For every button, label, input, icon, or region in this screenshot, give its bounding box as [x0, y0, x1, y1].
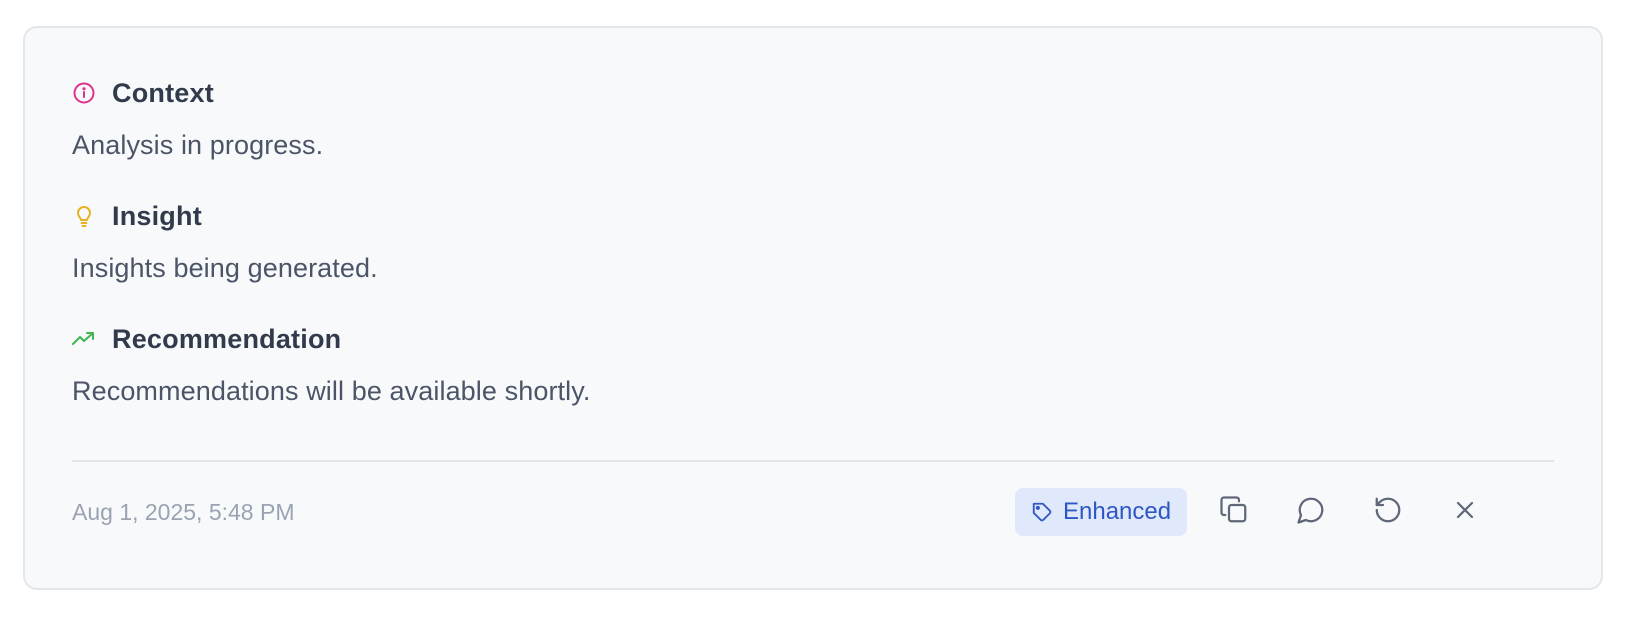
refresh-icon [1373, 495, 1403, 530]
tag-label: Enhanced [1063, 498, 1172, 525]
close-icon [1451, 496, 1479, 529]
insight-title: Insight [112, 200, 202, 231]
recommendation-header: Recommendation [72, 319, 341, 359]
analysis-card: Context Analysis in progress. Insight In… [23, 26, 1603, 590]
trending-up-icon [72, 327, 96, 351]
divider [72, 460, 1554, 462]
refresh-button[interactable] [1364, 488, 1412, 536]
action-bar: Enhanced [1015, 488, 1489, 536]
context-text: Analysis in progress. [72, 130, 324, 160]
copy-icon [1219, 495, 1249, 530]
info-icon [72, 81, 96, 105]
timestamp: Aug 1, 2025, 5:48 PM [72, 499, 295, 525]
recommendation-text: Recommendations will be available shortl… [72, 376, 591, 406]
enhanced-tag[interactable]: Enhanced [1015, 488, 1188, 536]
comment-button[interactable] [1287, 488, 1335, 536]
recommendation-title: Recommendation [112, 323, 342, 354]
copy-button[interactable] [1210, 488, 1258, 536]
lightbulb-icon [72, 204, 96, 228]
close-button[interactable] [1441, 488, 1489, 536]
context-header: Context [72, 73, 214, 113]
insight-text: Insights being generated. [72, 253, 378, 283]
comment-icon [1296, 495, 1326, 530]
tag-icon [1031, 500, 1055, 524]
insight-header: Insight [72, 196, 202, 236]
context-title: Context [112, 77, 214, 108]
